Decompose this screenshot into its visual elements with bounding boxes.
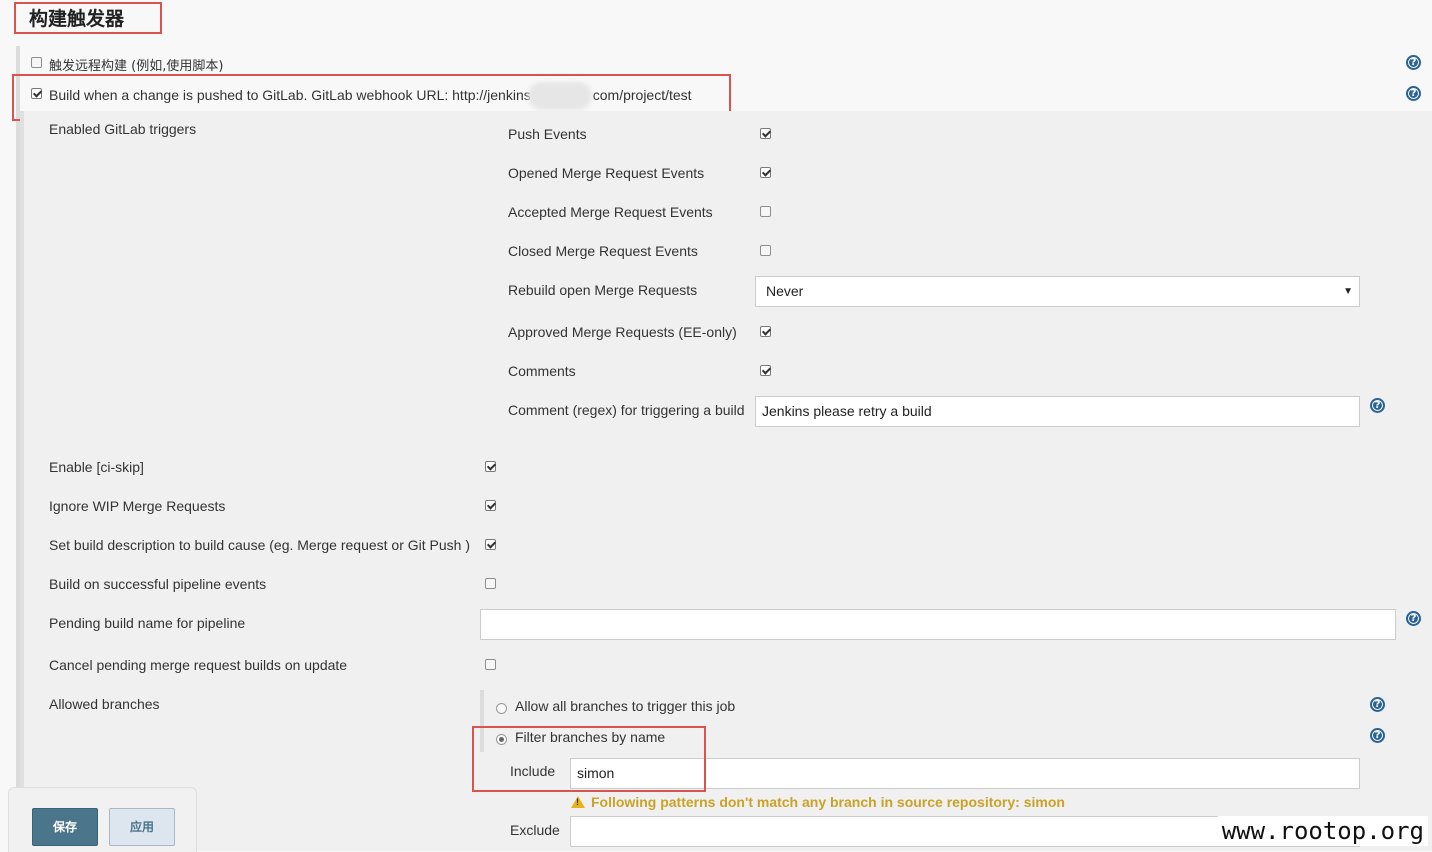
apply-button[interactable]: 应用 [109, 808, 175, 846]
branch-warning: ! Following patterns don't match any bran… [571, 794, 1065, 810]
help-icon[interactable]: ? [1370, 697, 1385, 712]
rebuild-open-mr-value: Never [766, 283, 804, 299]
opened-mr-checkbox[interactable] [760, 167, 771, 178]
save-button[interactable]: 保存 [32, 808, 98, 846]
help-icon[interactable]: ? [1406, 611, 1421, 626]
ci-skip-label: Enable [ci-skip] [49, 459, 144, 475]
ignore-wip-checkbox[interactable] [485, 500, 496, 511]
comment-regex-label: Comment (regex) for triggering a build [508, 402, 745, 418]
rebuild-open-mr-select[interactable]: Never ▼ [755, 276, 1360, 307]
ignore-wip-label: Ignore WIP Merge Requests [49, 498, 226, 514]
accepted-mr-checkbox[interactable] [760, 206, 771, 217]
rebuild-open-mr-label: Rebuild open Merge Requests [508, 282, 698, 298]
set-description-checkbox[interactable] [485, 539, 496, 550]
remote-trigger-checkbox[interactable] [31, 57, 42, 68]
chevron-down-icon: ▼ [1343, 286, 1353, 297]
closed-mr-checkbox[interactable] [760, 245, 771, 256]
allow-all-branches-radio[interactable] [496, 703, 507, 714]
push-events-label: Push Events [508, 126, 587, 142]
set-description-label: Set build description to build cause (eg… [49, 537, 470, 553]
pending-build-name-input[interactable] [480, 609, 1396, 640]
opened-mr-label: Opened Merge Request Events [508, 165, 705, 181]
cancel-pending-label: Cancel pending merge request builds on u… [49, 657, 348, 673]
pipeline-events-label: Build on successful pipeline events [49, 576, 267, 592]
panel-rail [20, 111, 24, 851]
approved-mr-label: Approved Merge Requests (EE-only) [508, 324, 737, 340]
help-icon[interactable]: ? [1406, 55, 1421, 70]
help-icon[interactable]: ? [1370, 398, 1385, 413]
ci-skip-checkbox[interactable] [485, 461, 496, 472]
highlight-box-filter [472, 726, 706, 792]
pending-build-name-label: Pending build name for pipeline [49, 615, 246, 631]
help-icon[interactable]: ? [1406, 86, 1421, 101]
branch-warning-text: Following patterns don't match any branc… [591, 794, 1065, 810]
help-icon[interactable]: ? [1370, 728, 1385, 743]
allowed-branches-label: Allowed branches [49, 696, 160, 712]
comments-checkbox[interactable] [760, 365, 771, 376]
cancel-pending-checkbox[interactable] [485, 659, 496, 670]
remote-trigger-label: 触发远程构建 (例如,使用脚本) [49, 59, 224, 74]
comments-label: Comments [508, 363, 576, 379]
section-title: 构建触发器 [14, 2, 162, 34]
pipeline-events-checkbox[interactable] [485, 578, 496, 589]
approved-mr-checkbox[interactable] [760, 326, 771, 337]
exclude-label: Exclude [510, 822, 560, 838]
gitlab-options-panel [20, 111, 1432, 851]
push-events-checkbox[interactable] [760, 128, 771, 139]
accepted-mr-label: Accepted Merge Request Events [508, 204, 713, 220]
closed-mr-label: Closed Merge Request Events [508, 243, 698, 259]
enabled-triggers-label: Enabled GitLab triggers [49, 121, 197, 137]
comment-regex-input[interactable]: Jenkins please retry a build [755, 396, 1360, 427]
allow-all-branches-label: Allow all branches to trigger this job [515, 698, 736, 714]
watermark: www.rootop.org [1217, 816, 1428, 846]
warning-icon: ! [571, 796, 585, 808]
